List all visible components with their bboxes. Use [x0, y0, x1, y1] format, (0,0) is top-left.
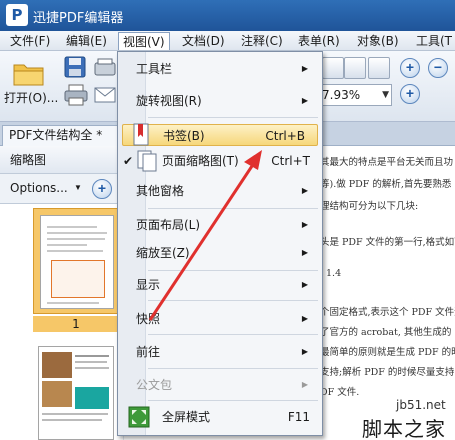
doc-text-line: DF 文件.: [320, 387, 360, 398]
page-thumbnail-icon: [137, 150, 157, 172]
page-thumbnail: [40, 215, 114, 309]
tool-icon-a[interactable]: [322, 57, 344, 79]
doc-text-line: 等).做 PDF 的解析,首先要熟悉: [320, 179, 452, 190]
chevron-right-icon: ▶: [301, 220, 308, 229]
chevron-down-icon[interactable]: ▼: [382, 85, 389, 105]
options-dropdown[interactable]: Options...: [10, 181, 68, 195]
thumbnail-page-number: 1: [33, 316, 119, 332]
chevron-right-icon: ▶: [301, 96, 308, 105]
chevron-right-icon: ▶: [301, 64, 308, 73]
zoom-in-icon[interactable]: +: [400, 58, 420, 78]
fullscreen-icon: [128, 406, 150, 428]
menu-view[interactable]: 视图(V): [118, 32, 170, 50]
save-icon[interactable]: [64, 56, 86, 78]
checkmark-icon: ✔: [123, 154, 134, 168]
menu-item-display[interactable]: 显示 ▶: [118, 274, 322, 296]
menu-item-page-thumbnails[interactable]: ✔ 页面缩略图(T) Ctrl+T: [118, 150, 322, 172]
bookmark-icon: [133, 123, 149, 146]
menu-edit[interactable]: 编辑(E): [62, 32, 111, 50]
chevron-right-icon: ▶: [301, 380, 308, 389]
open-button-label[interactable]: 打开(O)...: [4, 89, 58, 106]
plus-icon[interactable]: +: [400, 84, 420, 104]
tool-icon-c[interactable]: [368, 57, 390, 79]
thumbnail-list: 1: [0, 204, 123, 440]
menu-item-go-to[interactable]: 前往 ▶: [118, 341, 322, 363]
app-logo-icon: P: [6, 4, 28, 26]
plus-icon[interactable]: +: [92, 179, 112, 199]
shortcut-ctrl-t: Ctrl+T: [271, 154, 310, 168]
thumbnail-panel: 缩略图 Options... ▼ + 1: [0, 146, 123, 440]
chevron-right-icon: ▶: [301, 248, 308, 257]
menu-item-briefcase: 公文包 ▶: [118, 374, 322, 396]
watermark-brand: 脚本之家: [362, 417, 446, 440]
doc-text-line: 理结构可分为以下几块:: [320, 201, 419, 212]
shortcut-ctrl-b: Ctrl+B: [265, 129, 305, 143]
doc-text-line: 头是 PDF 文件的第一行,格式如下: [320, 237, 455, 248]
menu-item-fullscreen[interactable]: 全屏模式 F11: [118, 406, 322, 428]
shortcut-f11: F11: [287, 410, 310, 424]
menu-item-zoom-to[interactable]: 缩放至(Z) ▶: [118, 242, 322, 264]
chevron-right-icon: ▶: [301, 186, 308, 195]
page-thumbnail-2[interactable]: [38, 346, 114, 440]
menu-item-page-layout[interactable]: 页面布局(L) ▶: [118, 214, 322, 236]
doc-text-line: 支持;解析 PDF 的时候尽量支持: [320, 367, 455, 378]
menu-item-toolbars[interactable]: 工具栏 ▶: [118, 58, 322, 80]
watermark-url: jb51.net: [396, 398, 446, 412]
thumbnail-selected[interactable]: [33, 208, 119, 314]
menu-document[interactable]: 文档(D): [178, 32, 229, 50]
doc-text-line: 了官方的 acrobat, 其他生成的: [320, 327, 452, 338]
zoom-out-icon[interactable]: −: [428, 58, 448, 78]
zoom-input[interactable]: 7.93% ▼: [316, 84, 392, 106]
menu-bar: 文件(F) 编辑(E) 视图(V) 文档(D) 注释(C) 表单(R) 对象(B…: [0, 31, 455, 51]
view-menu-dropdown: 工具栏 ▶ 旋转视图(R) ▶ 书签(B) Ctrl+B ✔ 页面缩略图(T) …: [117, 51, 323, 436]
menu-form[interactable]: 表单(R): [294, 32, 344, 50]
menu-object[interactable]: 对象(B): [353, 32, 403, 50]
panel-options-bar: Options... ▼ +: [0, 174, 123, 204]
doc-text-line: 个固定格式,表示这个 PDF 文件遵: [320, 307, 455, 318]
menu-tools[interactable]: 工具(T: [412, 32, 455, 50]
chevron-right-icon: ▶: [301, 314, 308, 323]
app-title: 迅捷PDF编辑器: [33, 11, 124, 26]
panel-title: 缩略图: [0, 146, 123, 174]
print-icon[interactable]: [64, 84, 88, 106]
doc-text-line: 最简单的原则就是生成 PDF 的时候: [320, 347, 455, 358]
chevron-right-icon: ▶: [301, 280, 308, 289]
folder-icon[interactable]: [12, 59, 46, 87]
doc-text-line: 1.4: [326, 268, 342, 279]
chevron-right-icon: ▶: [301, 347, 308, 356]
chevron-down-icon[interactable]: ▼: [74, 183, 82, 192]
menu-item-bookmarks[interactable]: 书签(B) Ctrl+B: [122, 123, 318, 146]
doc-text-line: 其最大的特点是平台无关而且功: [320, 157, 454, 168]
title-bar: P 迅捷PDF编辑器: [0, 0, 455, 31]
menu-item-other-panes[interactable]: 其他窗格 ▶: [118, 180, 322, 202]
menu-item-rotate-view[interactable]: 旋转视图(R) ▶: [118, 90, 322, 112]
tool-icon-b[interactable]: [344, 57, 366, 79]
tab-document[interactable]: PDF文件结构全 *: [2, 125, 122, 146]
menu-comment[interactable]: 注释(C): [237, 32, 287, 50]
email-icon[interactable]: [94, 86, 116, 104]
scanner-icon[interactable]: [94, 57, 116, 77]
menu-item-snapshot[interactable]: 快照 ▶: [118, 308, 322, 330]
menu-file[interactable]: 文件(F): [6, 32, 54, 50]
zoom-value: 7.93%: [322, 88, 361, 102]
